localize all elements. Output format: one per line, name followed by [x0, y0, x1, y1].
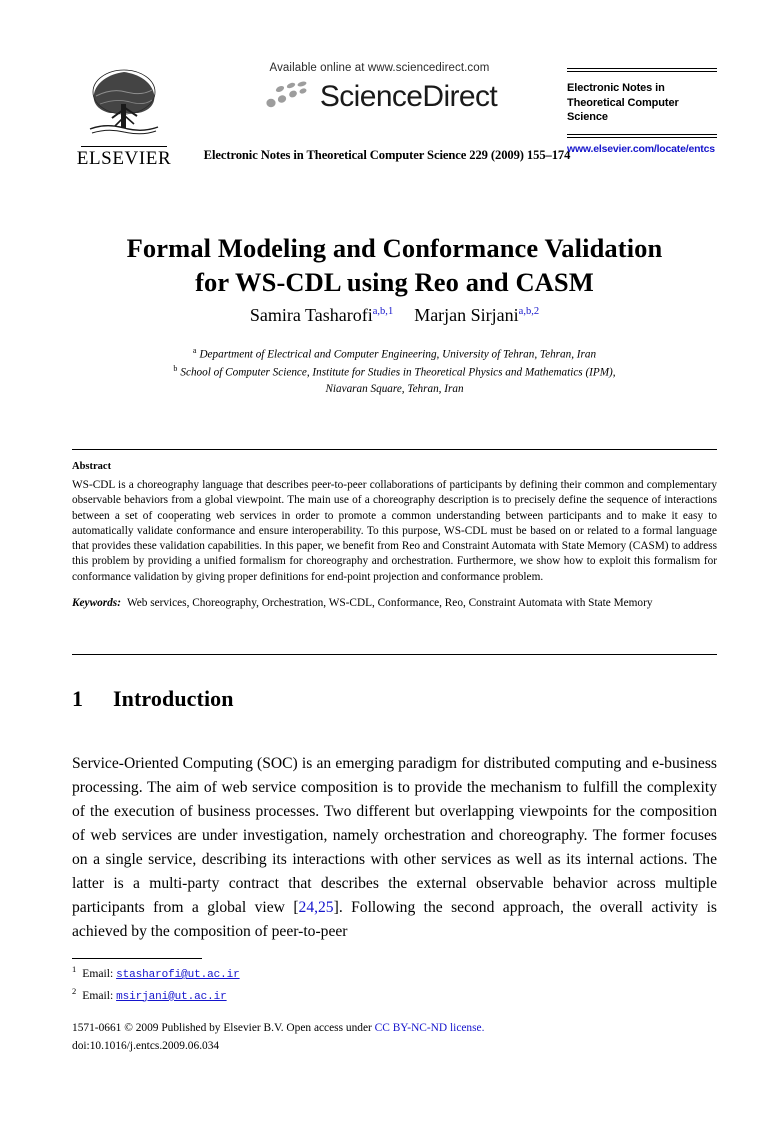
footnote-2: 2 Email: msirjani@ut.ac.ir	[72, 985, 717, 1007]
footnote-1-email-link[interactable]: stasharofi@ut.ac.ir	[116, 969, 240, 981]
footnote-1-label: Email:	[82, 966, 114, 980]
page-title: Formal Modeling and Conformance Validati…	[72, 231, 717, 300]
author-2: Marjan Sirjania,b,2	[414, 305, 539, 325]
author-1-name: Samira Tasharofi	[249, 305, 373, 325]
author-2-affil-marks: a,b,	[518, 306, 534, 317]
footnote-1: 1 Email: stasharofi@ut.ac.ir	[72, 963, 717, 985]
page-footer: 1571-0661 © 2009 Published by Elsevier B…	[72, 1020, 717, 1056]
affiliation-a: a Department of Electrical and Computer E…	[72, 345, 717, 363]
sciencedirect-block: Available online at www.sciencedirect.co…	[192, 62, 567, 117]
affiliation-b: b School of Computer Science, Institute f…	[72, 363, 717, 381]
affiliation-b-line2: Niavaran Square, Tehran, Iran	[325, 382, 464, 395]
affiliation-a-text: Department of Electrical and Computer En…	[199, 348, 597, 361]
author-1-note-mark[interactable]: 1	[388, 306, 393, 317]
author-1-affil-marks: a,b,	[372, 306, 388, 317]
masthead: ELSEVIER Available online at www.science…	[72, 62, 717, 184]
author-1: Samira Tasharofia,b,1	[250, 305, 393, 325]
elsevier-tree-icon	[89, 69, 159, 135]
elsevier-rule-top	[81, 146, 167, 147]
footnote-list: 1 Email: stasharofi@ut.ac.ir 2 Email: msir…	[72, 963, 717, 1006]
author-list: Samira Tasharofia,b,1 Marjan Sirjania,b,2	[72, 305, 717, 326]
entcs-url-link[interactable]: www.elsevier.com/locate/entcs	[567, 143, 715, 155]
affiliation-b-text: School of Computer Science, Institute fo…	[180, 366, 616, 379]
author-2-name: Marjan Sirjani	[414, 305, 519, 325]
sciencedirect-logo: ScienceDirect	[192, 77, 567, 117]
section-heading-text: Introduction	[113, 686, 234, 711]
section-heading-introduction: 1 Introduction	[72, 686, 717, 712]
paper-page: ELSEVIER Available online at www.science…	[0, 0, 780, 1134]
doi-text: doi:10.1016/j.entcs.2009.06.034	[72, 1040, 220, 1053]
intro-text-part-1: Service-Oriented Computing (SOC) is an e…	[72, 754, 717, 917]
footnote-1-number: 1	[72, 964, 77, 974]
copyright-line: 1571-0661 © 2009 Published by Elsevier B…	[72, 1020, 717, 1037]
author-2-note-mark[interactable]: 2	[534, 306, 539, 317]
entcs-rule-bottom	[567, 133, 717, 138]
elsevier-wordmark: ELSEVIER	[76, 148, 172, 169]
journal-reference: Electronic Notes in Theoretical Computer…	[203, 148, 571, 162]
keywords-row: Keywords: Web services, Choreography, Orc…	[72, 596, 717, 611]
footnote-separator-rule	[72, 958, 202, 959]
available-online-text: Available online at www.sciencedirect.co…	[269, 62, 490, 74]
elsevier-logo: ELSEVIER	[72, 66, 176, 168]
sciencedirect-wordmark: ScienceDirect	[319, 80, 498, 113]
footnote-2-email-link[interactable]: msirjani@ut.ac.ir	[116, 991, 227, 1003]
citation-24-25[interactable]: 24,25	[299, 899, 334, 916]
footnote-2-number: 2	[72, 985, 77, 996]
affiliation-a-mark: a	[192, 346, 197, 355]
sciencedirect-swoosh-icon	[266, 81, 307, 108]
abstract-rule-top	[72, 449, 717, 450]
keywords-value: Web services, Choreography, Orchestratio…	[126, 597, 653, 610]
entcs-panel-title: Electronic Notes in Theoretical Computer…	[567, 82, 679, 124]
title-line-2: for WS-CDL using Reo and CASM	[195, 267, 594, 298]
keywords-label: Keywords:	[72, 597, 121, 610]
section-number: 1	[72, 686, 84, 711]
abstract-label: Abstract	[72, 461, 112, 472]
affiliation-b-mark: b	[173, 363, 178, 373]
abstract-body: WS-CDL is a choreography language that d…	[72, 479, 717, 583]
title-line-1: Formal Modeling and Conformance Validati…	[126, 232, 663, 263]
entcs-panel: Electronic Notes in Theoretical Computer…	[567, 68, 717, 157]
abstract-section: Abstract WS-CDL is a choreography langua…	[72, 461, 717, 611]
affiliation-list: a Department of Electrical and Computer E…	[72, 345, 717, 397]
license-link[interactable]: CC BY-NC-ND license.	[375, 1022, 485, 1034]
entcs-rule-top	[567, 68, 717, 72]
introduction-paragraph: Service-Oriented Computing (SOC) is an e…	[72, 752, 717, 945]
abstract-rule-bottom	[72, 654, 717, 655]
issn-copyright-text: 1571-0661 © 2009 Published by Elsevier B…	[72, 1022, 375, 1034]
footnote-2-label: Email:	[82, 988, 114, 1002]
